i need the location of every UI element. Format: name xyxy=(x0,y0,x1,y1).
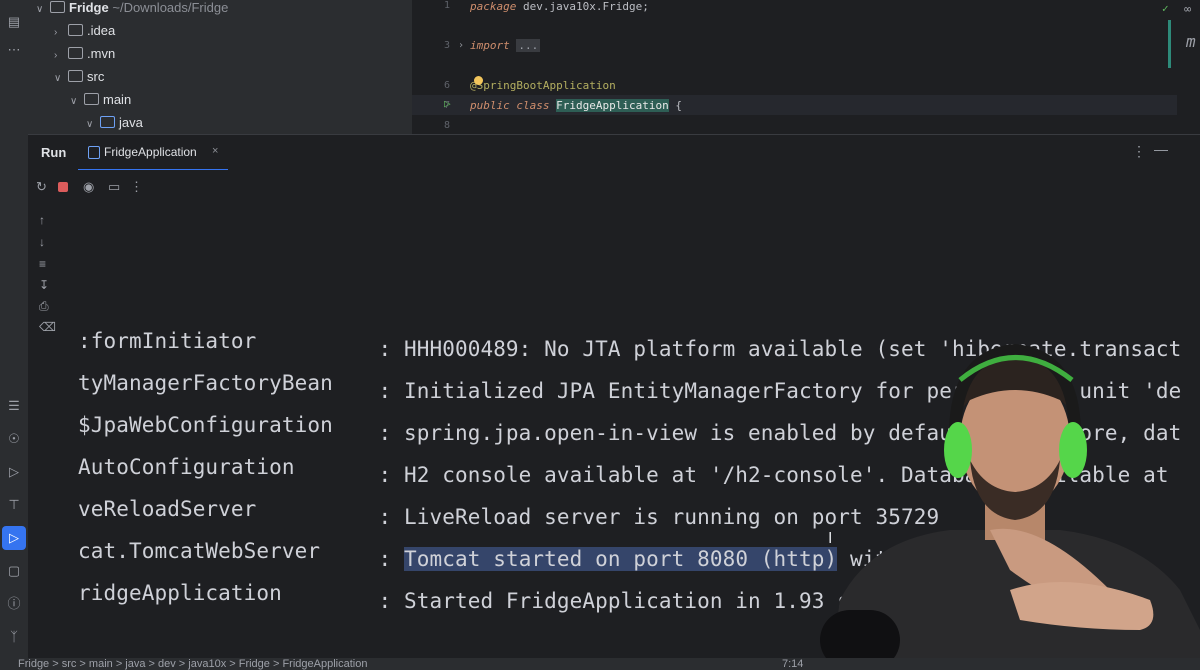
log-source: AutoConfiguration xyxy=(78,455,295,479)
console-gutter: ↑ ↓ ≡ ↧ ⎙ ⌫ xyxy=(28,206,64,636)
build-icon[interactable]: ⊤ xyxy=(6,497,22,513)
code-line: @SpringBootApplication xyxy=(470,79,616,92)
code-line: public class FridgeApplication { xyxy=(470,99,682,112)
run-icon[interactable]: ▷ xyxy=(2,526,26,550)
source-folder-icon xyxy=(100,116,115,128)
class-name: FridgeApplication xyxy=(556,99,669,112)
chevron-right-icon: › xyxy=(54,27,58,38)
log-source: tyManagerFactoryBean xyxy=(78,371,333,395)
tree-root[interactable]: ∨ Fridge ~/Downloads/Fridge xyxy=(36,0,228,18)
print-icon[interactable]: ⎙ xyxy=(39,299,49,314)
folder-icon xyxy=(84,93,99,105)
terminal-icon[interactable]: ▢ xyxy=(6,563,22,579)
options-icon[interactable]: ⋮ xyxy=(1132,143,1146,160)
code-editor[interactable]: 1 package dev.java10x.Fridge; 3 › import… xyxy=(412,0,1200,134)
more-icon[interactable]: ⋮ xyxy=(130,179,143,195)
tree-item-main[interactable]: ∨ main xyxy=(70,90,131,110)
scroll-marker xyxy=(1168,20,1171,68)
cursor-position[interactable]: 7:14 xyxy=(782,658,803,670)
run-tool-header: Run FridgeApplication × ⋮ — xyxy=(28,134,1200,171)
line-number: 1 xyxy=(443,0,450,11)
root-path: ~/Downloads/Fridge xyxy=(112,0,229,15)
breadcrumb[interactable]: Fridge > src > main > java > dev > java1… xyxy=(18,658,367,670)
tab-fridge-application[interactable]: FridgeApplication × xyxy=(78,135,228,171)
arrow-down-icon[interactable]: ↓ xyxy=(39,235,45,249)
lightbulb-icon[interactable] xyxy=(474,76,483,85)
soft-wrap-icon[interactable]: ≡ xyxy=(39,257,46,271)
run-title: Run xyxy=(41,145,67,160)
rerun-icon[interactable]: ↻ xyxy=(36,179,47,195)
problems-icon[interactable]: ⓘ xyxy=(6,596,22,612)
tree-item-mvn[interactable]: › .mvn xyxy=(54,44,115,64)
folded-imports[interactable]: ... xyxy=(516,39,541,52)
keyword: import xyxy=(470,39,510,52)
tree-item-label: java xyxy=(119,115,143,130)
chevron-down-icon: ∨ xyxy=(70,96,78,107)
camera-icon[interactable]: ◉ xyxy=(83,179,94,195)
line-number: 8 xyxy=(443,120,450,131)
chevron-down-icon: ∨ xyxy=(86,119,94,130)
chevron-right-icon: › xyxy=(54,50,58,61)
selected-text: Tomcat started on port 8080 (http) xyxy=(404,547,838,571)
folder-icon xyxy=(68,70,83,82)
headset-earcup xyxy=(944,422,972,478)
tree-item-label: src xyxy=(87,69,105,84)
tab-label: FridgeApplication xyxy=(104,145,197,159)
project-tree: ∨ Fridge ~/Downloads/Fridge › .idea › .mvn … xyxy=(28,0,412,134)
play-circle-icon[interactable]: ▷ xyxy=(6,464,22,480)
m-icon[interactable]: m xyxy=(1186,32,1196,51)
run-config-icon xyxy=(88,146,100,159)
run-toolbar: ↻ ◉ ▭ ⋮ xyxy=(28,170,1200,204)
package-name: dev.java10x.Fridge; xyxy=(522,0,649,13)
annotation: @SpringBootApplication xyxy=(470,79,616,92)
folder-icon xyxy=(68,24,83,36)
code-line: package dev.java10x.Fridge; xyxy=(470,0,649,13)
line-number: 6 xyxy=(443,80,450,91)
exit-icon[interactable]: ▭ xyxy=(108,179,120,195)
minimize-icon[interactable]: — xyxy=(1154,141,1168,157)
keyword: package xyxy=(470,0,517,13)
webcam-overlay xyxy=(820,343,1200,670)
scroll-to-end-icon[interactable]: ↧ xyxy=(39,278,49,292)
tree-item-label: main xyxy=(103,92,132,107)
stop-icon[interactable] xyxy=(58,182,68,192)
git-icon[interactable]: ᛉ xyxy=(6,629,22,645)
check-icon: ✓ xyxy=(1162,2,1169,15)
log-message-prefix: : xyxy=(378,547,404,571)
layers-icon[interactable]: ☰ xyxy=(6,398,22,414)
close-icon[interactable]: × xyxy=(212,145,218,157)
arrow-up-icon[interactable]: ↑ xyxy=(39,213,45,227)
structure-icon[interactable]: ▤ xyxy=(6,14,22,30)
log-source: $JpaWebConfiguration xyxy=(78,413,333,437)
fold-chevron-icon[interactable]: › xyxy=(458,40,464,51)
status-bar: Fridge > src > main > java > dev > java1… xyxy=(0,658,1200,670)
tree-item-src[interactable]: ∨ src xyxy=(54,67,104,87)
root-name: Fridge xyxy=(69,0,109,15)
activity-bar: ▤ ⋯ ☰ ☉ ▷ ⊤ ▷ ▢ ⓘ ᛉ xyxy=(0,0,28,670)
brace: { xyxy=(675,99,682,112)
line-number: 3 xyxy=(443,40,450,51)
chevron-down-icon: ∨ xyxy=(54,73,62,84)
log-source: :formInitiator xyxy=(78,329,257,353)
folder-icon xyxy=(68,47,83,59)
log-source: cat.TomcatWebServer xyxy=(78,539,321,563)
chevron-down-icon: ∨ xyxy=(36,4,44,15)
tree-item-label: .mvn xyxy=(87,46,116,61)
code-line: import ... xyxy=(470,39,541,52)
log-line: ridgeApplication : Started FridgeApplica… xyxy=(78,578,926,613)
tree-item-label: .idea xyxy=(87,23,116,38)
log-source: veReloadServer xyxy=(78,497,257,521)
more-icon[interactable]: ⋯ xyxy=(6,42,22,58)
services-icon[interactable]: ☉ xyxy=(6,431,22,447)
ai-assistant-icon[interactable]: ∞ xyxy=(1184,2,1191,16)
trash-icon[interactable]: ⌫ xyxy=(39,320,56,334)
tree-item-idea[interactable]: › .idea xyxy=(54,21,115,41)
log-source: ridgeApplication xyxy=(78,581,282,605)
tree-item-java[interactable]: ∨ java xyxy=(86,113,143,133)
run-gutter-icon[interactable]: ▷ xyxy=(444,97,451,110)
keyword: public class xyxy=(470,99,550,112)
folder-icon xyxy=(50,1,65,13)
